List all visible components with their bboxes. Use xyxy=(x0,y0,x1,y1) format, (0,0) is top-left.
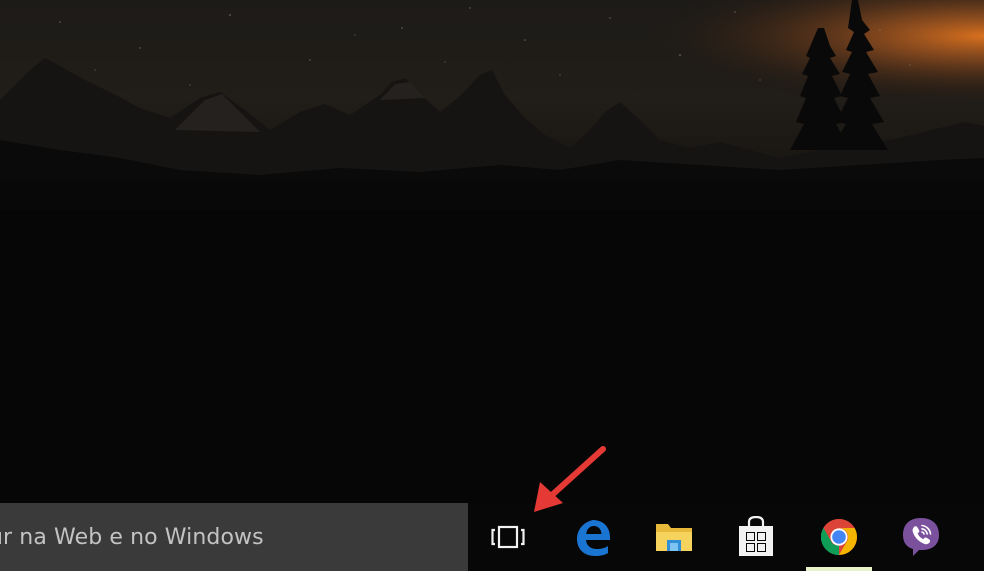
chrome-button[interactable] xyxy=(806,503,872,571)
viber-button[interactable] xyxy=(888,503,954,571)
edge-icon xyxy=(577,520,610,556)
store-icon xyxy=(739,516,773,556)
task-view-button[interactable] xyxy=(475,503,541,571)
wallpaper-image xyxy=(0,0,984,571)
running-indicator xyxy=(806,567,872,571)
task-view-icon xyxy=(491,525,525,549)
desktop: ur na Web e no Windows xyxy=(0,0,984,571)
search-placeholder-text: ur na Web e no Windows xyxy=(0,524,264,550)
search-box[interactable]: ur na Web e no Windows xyxy=(0,503,468,571)
viber-icon xyxy=(903,518,939,556)
chrome-icon xyxy=(820,519,857,555)
folder-icon xyxy=(656,524,692,551)
store-button[interactable] xyxy=(723,503,789,571)
file-explorer-button[interactable] xyxy=(641,503,707,571)
taskbar: ur na Web e no Windows xyxy=(0,503,984,571)
edge-button[interactable] xyxy=(560,503,626,571)
